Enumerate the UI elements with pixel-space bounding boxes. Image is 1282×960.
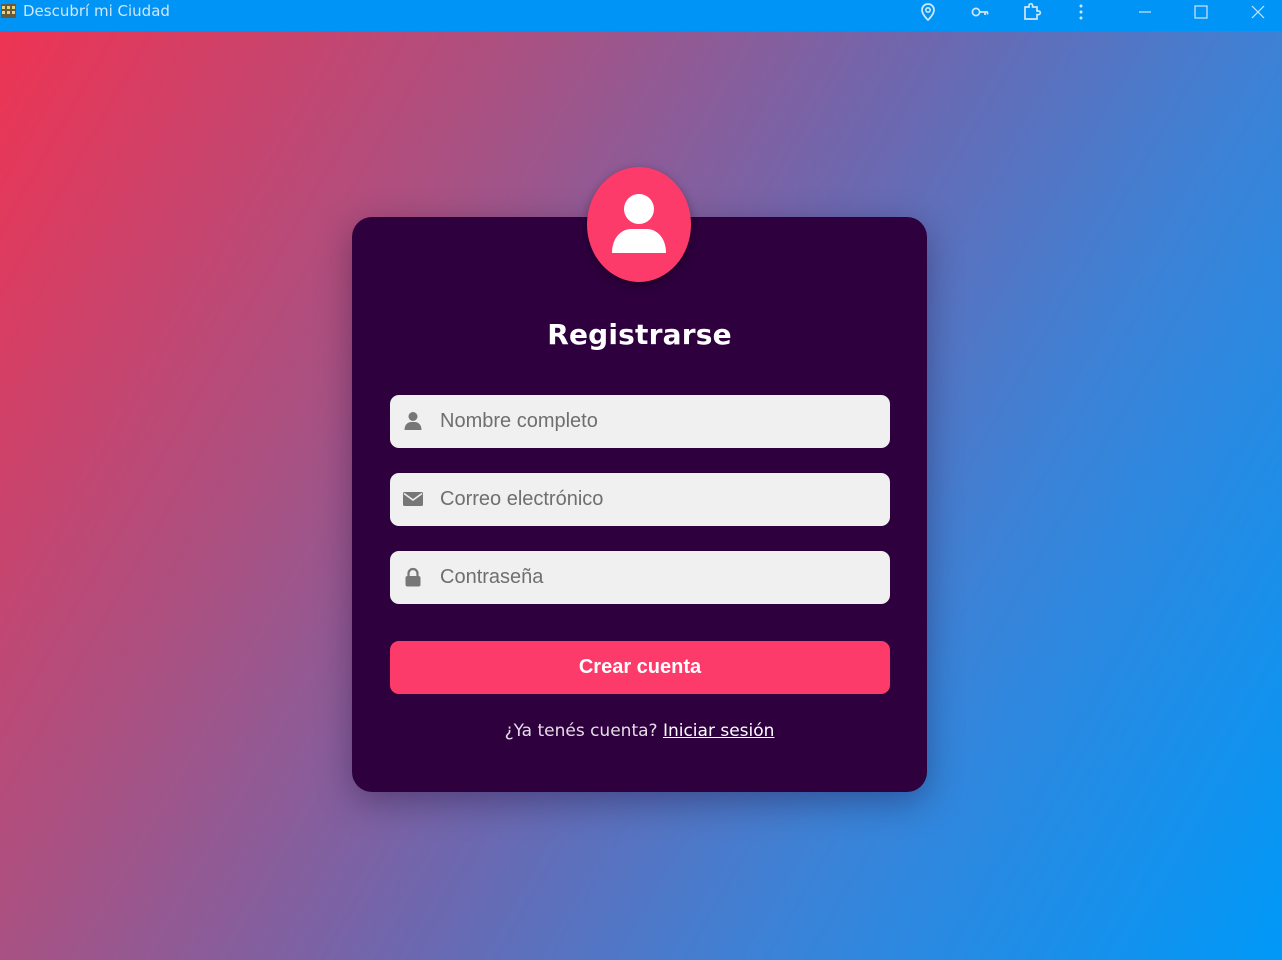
location-pin-icon[interactable] — [918, 2, 938, 22]
email-field[interactable] — [390, 473, 890, 526]
more-vert-icon[interactable] — [1071, 2, 1091, 22]
email-input[interactable] — [440, 473, 870, 526]
user-icon — [404, 412, 422, 430]
password-input[interactable] — [440, 551, 870, 604]
login-link[interactable]: Iniciar sesión — [663, 721, 774, 741]
user-avatar-icon — [612, 194, 666, 253]
name-input[interactable] — [440, 395, 870, 448]
login-prompt: ¿Ya tenés cuenta? Iniciar sesión — [352, 721, 927, 741]
envelope-icon — [403, 492, 423, 506]
title-bar: Descubrí mi Ciudad — [0, 0, 1282, 31]
maximize-icon[interactable] — [1191, 2, 1211, 22]
login-prompt-text: ¿Ya tenés cuenta? — [504, 721, 658, 741]
avatar — [587, 167, 691, 282]
extension-icon[interactable] — [1022, 2, 1042, 22]
name-field[interactable] — [390, 395, 890, 448]
key-icon[interactable] — [970, 2, 990, 22]
close-icon[interactable] — [1248, 2, 1268, 22]
minimize-icon[interactable] — [1135, 2, 1155, 22]
lock-icon — [405, 567, 421, 587]
create-account-button[interactable]: Crear cuenta — [390, 641, 890, 694]
window-title: Descubrí mi Ciudad — [23, 2, 170, 20]
password-field[interactable] — [390, 551, 890, 604]
app-icon — [1, 4, 16, 18]
form-title: Registrarse — [547, 318, 732, 351]
